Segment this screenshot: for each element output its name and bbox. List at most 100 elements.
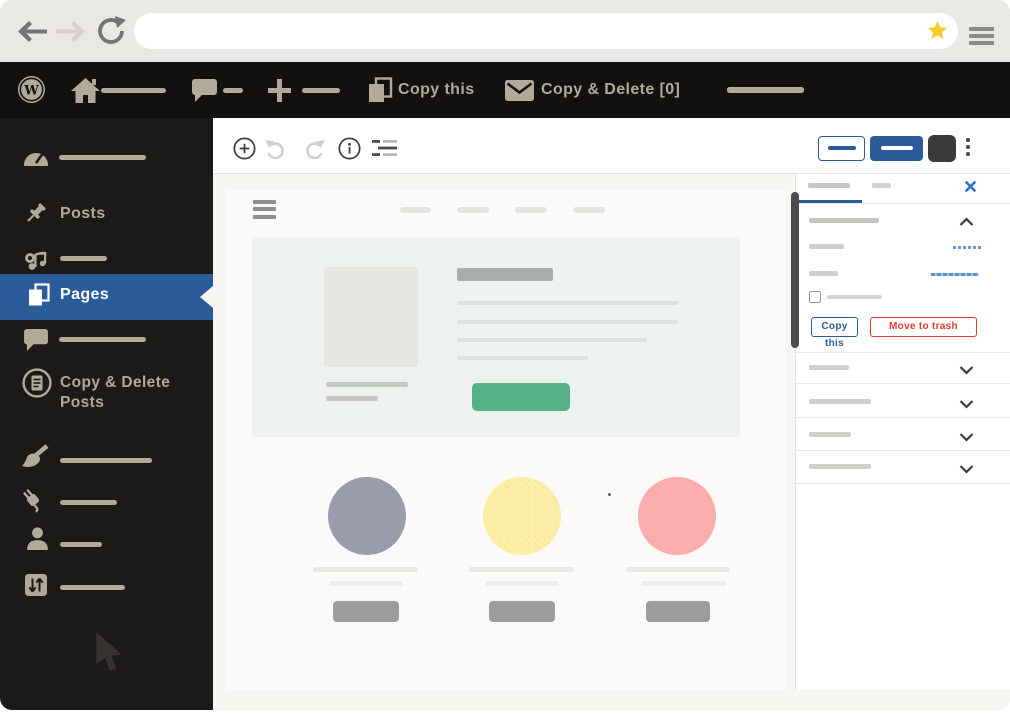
browser-window: W Copy this Copy & Delete [0] Posts Page… [0,0,1010,710]
card-line-placeholder [486,581,559,586]
text-line-placeholder [457,338,647,342]
card-line-placeholder [313,567,418,572]
plus-icon[interactable] [268,79,291,107]
nav-link-placeholder[interactable] [515,207,547,213]
sliders-icon[interactable] [24,573,48,602]
bookmark-star-icon[interactable] [927,21,948,46]
kebab-menu-icon[interactable] [966,138,970,159]
checkbox-label-placeholder [827,295,882,299]
text-line-placeholder [457,356,588,360]
checkbox[interactable] [809,291,821,303]
editor-toolbar [213,118,1010,174]
site-name-placeholder[interactable] [101,88,166,93]
divider [796,352,1010,353]
undo-arrow-icon[interactable] [265,137,287,164]
chevron-up-icon[interactable] [959,214,974,232]
sidebar-item-comments-placeholder[interactable] [59,337,146,342]
list-view-icon[interactable] [372,139,398,162]
card-line-placeholder [626,567,730,572]
sidebar-item-pages-label: Pages [60,286,110,303]
nav-link-placeholder[interactable] [573,207,605,213]
card-line-placeholder [469,567,574,572]
comment-bubble-icon[interactable] [24,329,48,356]
sidebar-item-copy-delete-posts[interactable]: Copy & Delete Posts [60,373,200,413]
comments-count-placeholder[interactable] [223,88,243,93]
wordpress-logo-icon[interactable]: W [17,75,46,109]
paint-brush-icon[interactable] [19,444,49,477]
tab-placeholder[interactable] [872,183,891,188]
gauge-icon[interactable] [23,147,49,172]
accordion-label-placeholder [809,399,871,404]
back-arrow-icon[interactable] [17,20,48,48]
admin-bar-copy-delete[interactable]: Copy & Delete [0] [541,81,680,99]
accordion-label-placeholder [809,464,871,469]
publish-button[interactable] [870,136,923,161]
pages-icon [28,283,51,315]
text-line-placeholder [457,320,678,324]
info-circle-icon[interactable] [338,137,361,165]
divider [796,417,1010,418]
card-button-placeholder[interactable] [646,601,710,622]
nav-link-placeholder[interactable] [400,207,431,213]
hero-block[interactable] [252,237,740,437]
panel-scrollbar[interactable] [791,192,799,348]
accordion-label-placeholder [809,365,849,370]
panel-move-to-trash-button[interactable]: Move to trash [870,317,977,337]
admin-bar-placeholder[interactable] [727,87,804,93]
sidebar-item-users-placeholder[interactable] [60,542,102,547]
sidebar-item-plugins-placeholder[interactable] [60,500,117,505]
music-notes-icon[interactable] [24,246,49,276]
pushpin-icon[interactable] [24,202,49,232]
sidebar-item-pages-active[interactable]: Pages [0,274,213,320]
comment-bubble-icon[interactable] [192,79,217,107]
admin-bar-copy-this[interactable]: Copy this [398,81,475,99]
divider [796,203,1010,204]
save-draft-button[interactable] [818,136,865,161]
screenshot-stage: W Copy this Copy & Delete [0] Posts Page… [0,0,1010,716]
sidebar-item-dashboard-placeholder[interactable] [59,155,146,160]
sidebar-item-media-placeholder[interactable] [60,256,107,261]
accordion-label-placeholder [809,432,851,437]
forward-arrow-icon[interactable] [55,20,86,48]
section-title-placeholder [809,218,879,223]
chevron-down-icon[interactable] [959,362,974,380]
card-button-placeholder[interactable] [489,601,555,622]
button-label-placeholder [827,145,856,150]
copy-pages-icon[interactable] [368,77,393,109]
image-placeholder[interactable] [324,267,418,367]
card-line-placeholder [641,581,726,586]
tab-placeholder-active[interactable] [808,183,850,188]
site-hamburger-icon[interactable] [253,200,276,222]
plug-icon[interactable] [19,486,47,519]
field-label-placeholder [809,271,838,276]
field-value-link-placeholder[interactable] [931,273,979,276]
redo-arrow-icon[interactable] [303,137,325,164]
settings-toggle-button[interactable] [928,135,956,162]
nav-link-placeholder[interactable] [457,207,489,213]
cta-button-placeholder[interactable] [472,383,570,411]
chevron-down-icon[interactable] [959,396,974,414]
envelope-icon[interactable] [505,80,534,106]
browser-chrome [0,0,1010,62]
settings-panel: Copy this Move to trash [795,174,1010,690]
sidebar-item-posts[interactable]: Posts [60,205,106,223]
field-label-placeholder [809,244,844,249]
field-value-link-placeholder[interactable] [953,246,982,249]
button-label-placeholder [880,146,913,150]
sidebar-item-appearance-placeholder[interactable] [60,458,152,463]
active-item-arrow [200,286,213,308]
refresh-icon[interactable] [96,16,126,51]
panel-copy-this-button[interactable]: Copy this [811,317,858,349]
chevron-down-icon[interactable] [959,429,974,447]
url-bar[interactable] [134,13,958,49]
chevron-down-icon[interactable] [959,461,974,479]
browser-menu-icon[interactable] [969,27,994,48]
close-x-icon[interactable] [964,180,977,198]
new-item-placeholder[interactable] [302,88,340,93]
home-icon[interactable] [70,77,101,109]
document-circle-icon[interactable] [22,368,52,403]
card-button-placeholder[interactable] [333,601,399,622]
user-icon[interactable] [26,526,49,556]
plus-circle-icon[interactable] [233,137,256,165]
sidebar-item-tools-placeholder[interactable] [60,585,125,590]
